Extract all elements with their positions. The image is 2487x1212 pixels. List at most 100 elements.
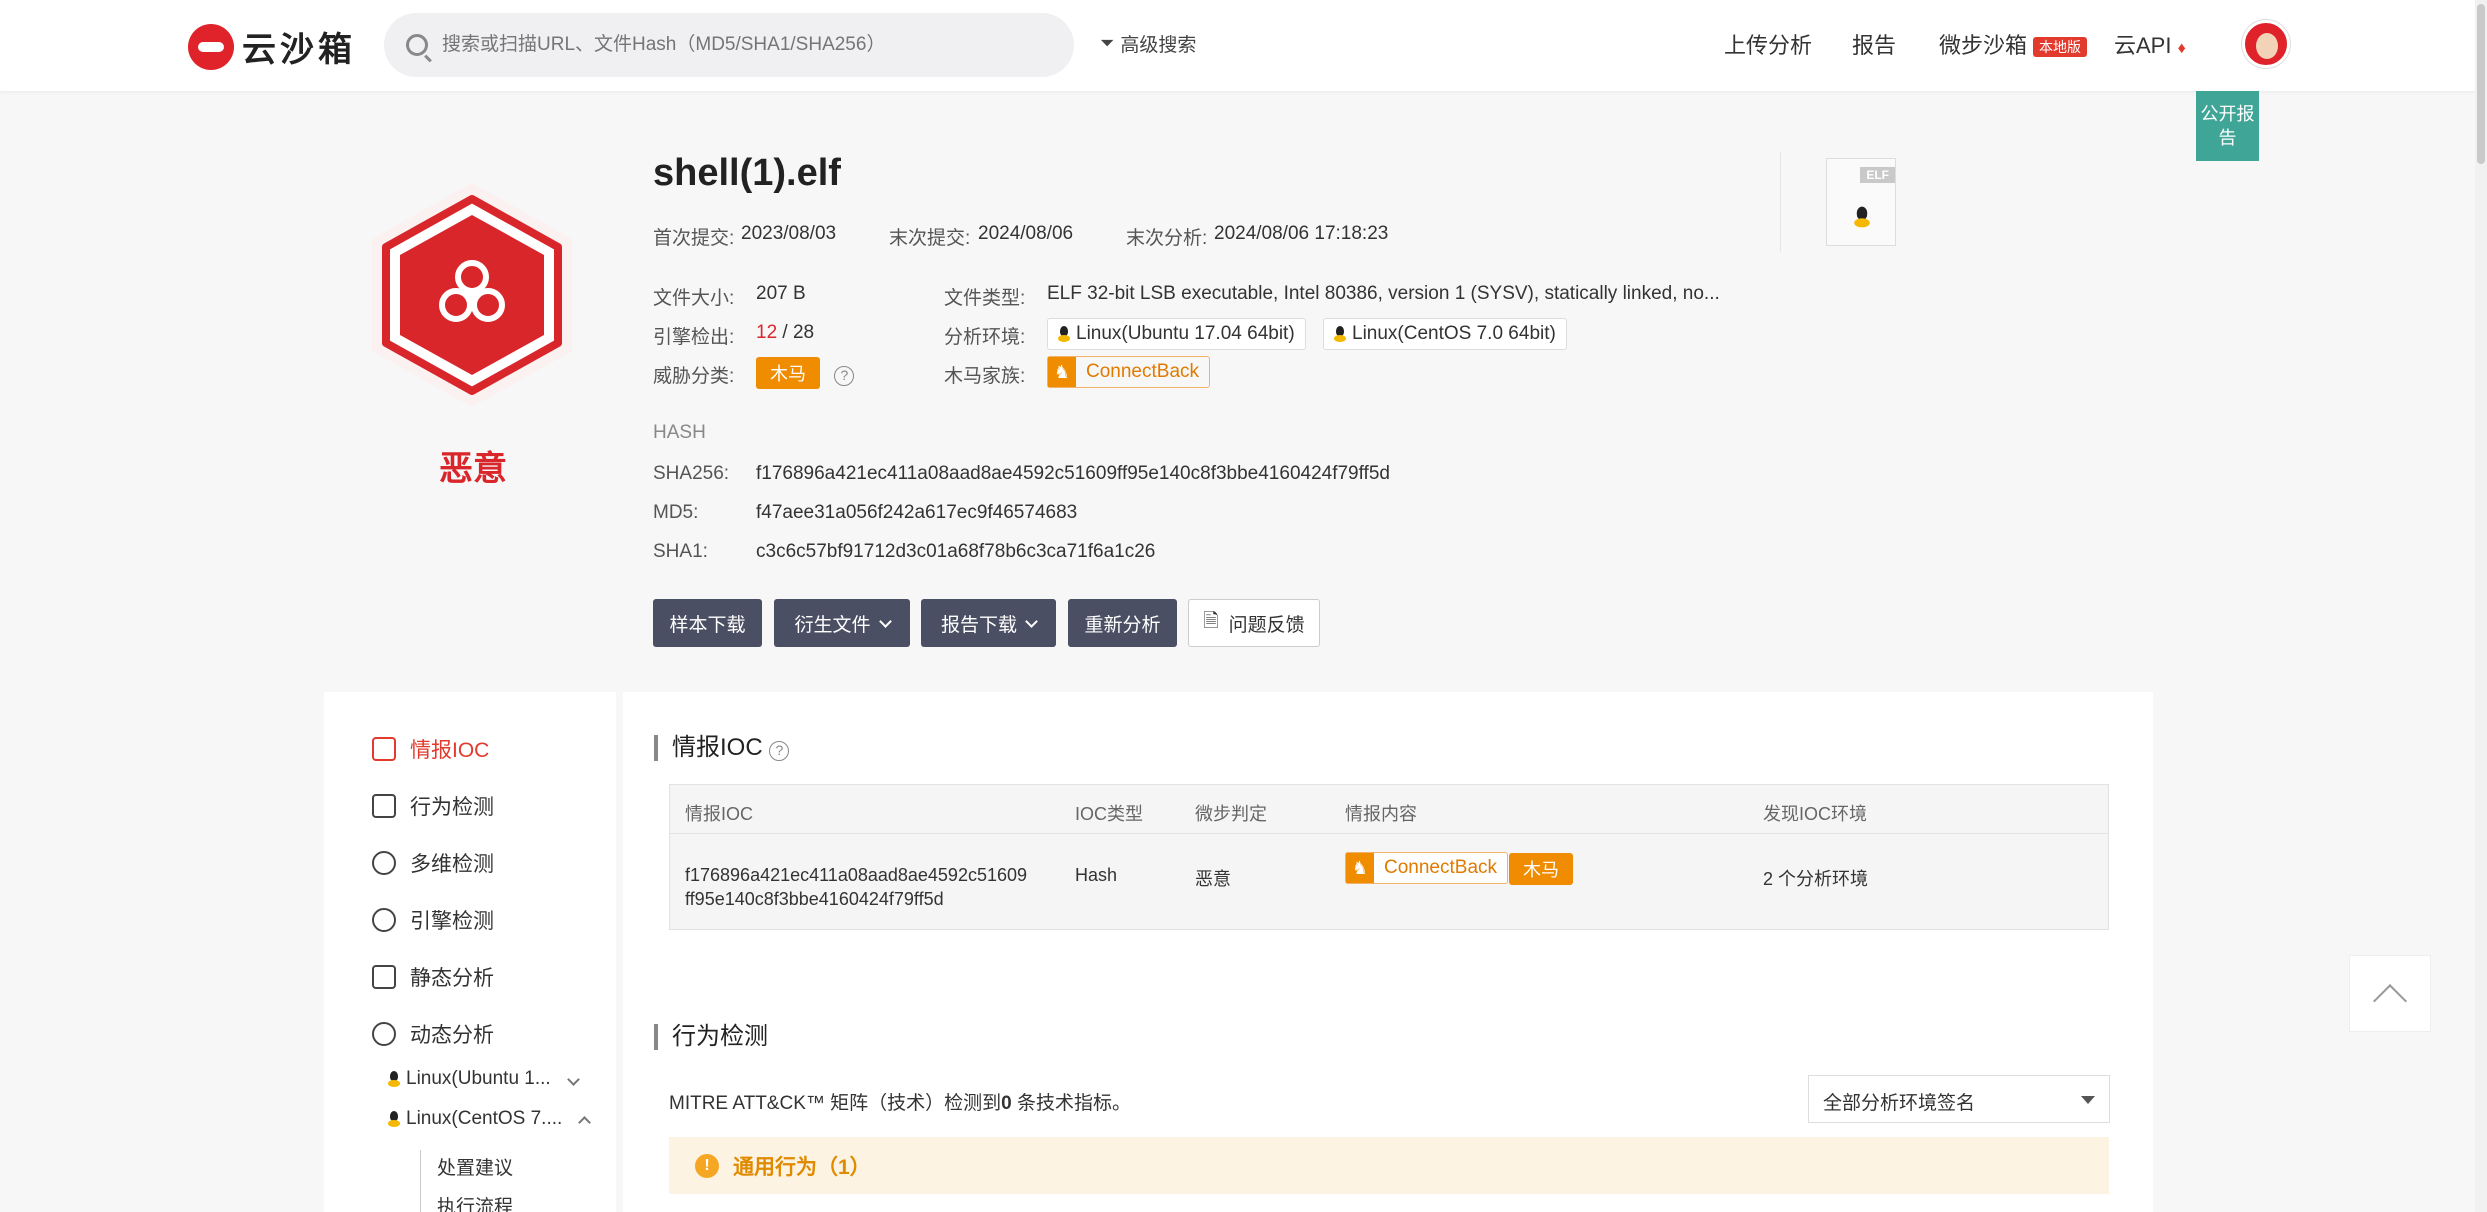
env-label: 分析环境: xyxy=(944,327,1026,348)
sidebar-item-engine[interactable]: 引擎检测 xyxy=(372,905,494,935)
col-env: 发现IOC环境 xyxy=(1763,804,1868,824)
linux-icon xyxy=(388,1071,400,1087)
last-analysis-value: 2024/08/06 17:18:23 xyxy=(1214,223,1389,244)
monitor-icon xyxy=(372,794,396,818)
public-report-button[interactable]: 公开报告 xyxy=(2196,91,2259,161)
tree-line xyxy=(420,1150,421,1212)
malicious-hex-icon xyxy=(360,175,585,415)
top-header: 云沙箱 ⏷ 高级搜索 上传分析 报告 微步沙箱本地版 云API ♦ xyxy=(0,0,2475,91)
nav-weibu-label: 微步沙箱 xyxy=(1939,33,2028,58)
back-to-top-button[interactable] xyxy=(2349,955,2431,1032)
help-icon[interactable]: ? xyxy=(769,741,790,761)
col-ioc-type: IOC类型 xyxy=(1075,804,1144,824)
sidebar-item-ioc[interactable]: 情报IOC xyxy=(372,734,489,764)
chevron-down-icon xyxy=(1025,614,1038,628)
env-tag-centos[interactable]: Linux(CentOS 7.0 64bit) xyxy=(1323,318,1567,350)
sidebar-item-behavior[interactable]: 行为检测 xyxy=(372,791,494,821)
ioc-family-label: ConnectBack xyxy=(1384,857,1498,878)
general-behavior-label: 通用行为（1） xyxy=(733,1155,871,1179)
sidebar-env-centos[interactable]: Linux(CentOS 7.... xyxy=(388,1108,592,1130)
md5-label: MD5: xyxy=(653,502,699,523)
download-report-label: 报告下载 xyxy=(940,614,1017,636)
col-ioc: 情报IOC xyxy=(685,804,754,824)
md5-value[interactable]: f47aee31a056f242a617ec9f46574683 xyxy=(756,502,1077,524)
download-sample-label: 样本下载 xyxy=(669,614,746,636)
nav-api-label: 云API xyxy=(2114,33,2172,58)
linux-icon xyxy=(1058,326,1070,342)
last-submit-value: 2024/08/06 xyxy=(978,223,1074,244)
sidebar-item-static[interactable]: 静态分析 xyxy=(372,962,494,992)
size-label: 文件大小: xyxy=(653,288,735,309)
type-value: ELF 32-bit LSB executable, Intel 80386, … xyxy=(1047,283,1720,304)
general-behavior-bar[interactable]: ! 通用行为（1） xyxy=(669,1137,2109,1194)
engine-hits: 12 xyxy=(756,322,778,343)
type-label: 文件类型: xyxy=(944,288,1026,309)
nav-upload[interactable]: 上传分析 xyxy=(1724,28,1812,60)
horse-icon: ♞ xyxy=(1346,853,1374,883)
sha256-value[interactable]: f176896a421ec411a08aad8ae4592c51609ff95e… xyxy=(756,463,1390,485)
ioc-value-line1[interactable]: f176896a421ec411a08aad8ae4592c51609 xyxy=(685,865,1027,886)
nav-weibu[interactable]: 微步沙箱 本地版 xyxy=(1939,28,2088,60)
sidebar-item-label: 静态分析 xyxy=(410,967,494,990)
size-value: 207 B xyxy=(756,283,806,304)
feedback-label: 问题反馈 xyxy=(1228,614,1305,636)
derived-files-button[interactable]: 衍生文件 xyxy=(774,599,910,647)
search-input[interactable] xyxy=(442,34,1042,56)
sidebar-item-label: 多维检测 xyxy=(410,853,494,876)
linux-icon xyxy=(388,1111,400,1127)
scrollbar[interactable] xyxy=(2475,0,2487,1212)
elf-file-icon: ELF xyxy=(1826,158,1896,246)
first-submit-value: 2023/08/03 xyxy=(741,223,837,244)
horse-icon: ♞ xyxy=(1048,357,1076,387)
ioc-family-tag[interactable]: ♞ ConnectBack xyxy=(1345,852,1509,884)
behavior-section-title: 行为检测 xyxy=(654,1024,768,1050)
family-tag[interactable]: ♞ ConnectBack xyxy=(1047,356,1211,388)
mitre-summary: MITRE ATT&CK™ 矩阵（技术）检测到0 条技术指标。 xyxy=(669,1088,1131,1115)
chevron-up-icon xyxy=(578,1115,592,1129)
sidebar-tree-flow[interactable]: 执行流程 xyxy=(437,1192,513,1212)
nav-api[interactable]: 云API ♦ xyxy=(2114,28,2186,60)
sha1-label: SHA1: xyxy=(653,541,708,562)
ioc-table: 情报IOC IOC类型 微步判定 情报内容 发现IOC环境 f176896a42… xyxy=(669,784,2109,930)
col-judgement: 微步判定 xyxy=(1195,804,1267,824)
search-icon xyxy=(406,34,428,56)
sidebar-tree-disposal[interactable]: 处置建议 xyxy=(437,1153,513,1180)
sidebar-item-label: 行为检测 xyxy=(410,796,494,819)
chevron-down-icon xyxy=(566,1072,580,1086)
engine-total: / 28 xyxy=(782,322,815,343)
sidebar-env-ubuntu[interactable]: Linux(Ubuntu 1... xyxy=(388,1068,580,1090)
download-report-button[interactable]: 报告下载 xyxy=(921,599,1056,647)
sidebar-item-multi[interactable]: 多维检测 xyxy=(372,848,494,878)
avatar[interactable] xyxy=(2242,20,2290,68)
logo[interactable]: 云沙箱 xyxy=(188,22,356,71)
warning-icon: ! xyxy=(695,1153,719,1178)
radar-icon xyxy=(372,851,396,875)
ioc-env-count[interactable]: 2 个分析环境 xyxy=(1763,865,1868,891)
caret-down-icon xyxy=(2081,1096,2095,1104)
last-analysis-label: 末次分析: xyxy=(1126,228,1208,249)
hash-heading: HASH xyxy=(653,422,706,443)
header-divider xyxy=(670,833,2108,834)
main-panel xyxy=(623,692,2153,1212)
env-tag-ubuntu[interactable]: Linux(Ubuntu 17.04 64bit) xyxy=(1047,318,1306,350)
sidebar-item-dynamic[interactable]: 动态分析 xyxy=(372,1019,494,1049)
scrollbar-thumb[interactable] xyxy=(2477,4,2485,164)
ioc-value-line2[interactable]: ff95e140c8f3bbe4160424f79ff5d xyxy=(685,889,944,910)
sidebar: 情报IOC 行为检测 多维检测 引擎检测 静态分析 动态分析 Linux(Ubu… xyxy=(324,692,616,1212)
sidebar-item-label: 引擎检测 xyxy=(410,910,494,933)
env-signature-select[interactable]: 全部分析环境签名 xyxy=(1808,1075,2110,1123)
sha1-value[interactable]: c3c6c57bf91712d3c01a68f78b6c3ca71f6a1c26 xyxy=(756,541,1155,563)
family-label: 木马家族: xyxy=(944,366,1026,387)
advanced-search-link[interactable]: ⏷ 高级搜索 xyxy=(1100,30,1196,57)
reanalyze-button[interactable]: 重新分析 xyxy=(1068,599,1177,647)
col-content: 情报内容 xyxy=(1345,804,1417,824)
document-icon: 🗎 xyxy=(1203,611,1219,632)
mitre-count: 0 xyxy=(1001,1093,1012,1114)
file-name: shell(1).elf xyxy=(653,152,841,194)
nav-report[interactable]: 报告 xyxy=(1852,28,1896,60)
list-icon xyxy=(372,965,396,989)
search-bar[interactable] xyxy=(384,13,1074,77)
download-sample-button[interactable]: 样本下载 xyxy=(653,599,762,647)
feedback-button[interactable]: 🗎 问题反馈 xyxy=(1188,599,1320,647)
help-icon[interactable]: ? xyxy=(834,366,855,386)
